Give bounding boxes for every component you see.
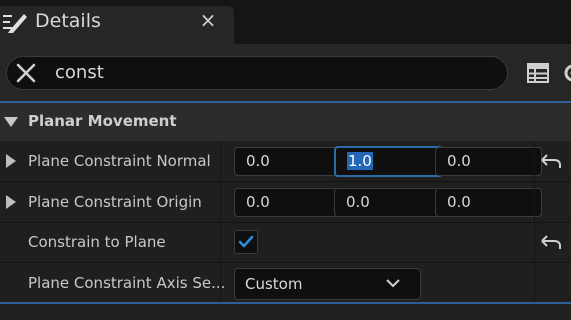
origin-y-field[interactable]: 0.0 bbox=[334, 188, 441, 217]
category-title: Planar Movement bbox=[28, 112, 177, 130]
search-input[interactable] bbox=[55, 58, 475, 86]
gear-icon[interactable] bbox=[561, 60, 571, 86]
collapse-arrow-icon[interactable] bbox=[4, 116, 18, 128]
property-label: Constrain to Plane bbox=[28, 233, 166, 251]
property-label: Plane Constraint Normal bbox=[28, 152, 211, 170]
column-divider[interactable] bbox=[220, 141, 221, 303]
reset-to-default-icon[interactable] bbox=[540, 233, 562, 251]
constrain-to-plane-checkbox[interactable] bbox=[234, 230, 258, 254]
field-value: 0.0 bbox=[246, 152, 270, 170]
table-icon[interactable] bbox=[526, 61, 550, 85]
property-label: Plane Constraint Origin bbox=[28, 193, 202, 211]
normal-y-field[interactable]: 1.0 bbox=[334, 146, 443, 177]
chevron-down-icon bbox=[386, 279, 400, 288]
expand-arrow-icon[interactable] bbox=[6, 195, 16, 209]
clear-search-icon[interactable] bbox=[14, 61, 38, 85]
selected-value: 1.0 bbox=[347, 152, 373, 170]
reset-to-default-icon[interactable] bbox=[540, 152, 562, 170]
field-value: 0.0 bbox=[246, 193, 270, 211]
origin-z-field[interactable]: 0.0 bbox=[435, 188, 542, 217]
dropdown-value: Custom bbox=[245, 275, 303, 293]
normal-z-field[interactable]: 0.0 bbox=[435, 147, 542, 176]
empty-panel-area bbox=[0, 304, 571, 320]
close-tab-button[interactable]: × bbox=[198, 10, 218, 30]
checkmark-icon bbox=[238, 235, 254, 248]
field-value: 0.0 bbox=[447, 152, 471, 170]
column-divider bbox=[534, 141, 535, 303]
origin-x-field[interactable]: 0.0 bbox=[234, 188, 341, 217]
expand-arrow-icon[interactable] bbox=[6, 154, 16, 168]
pencil-icon bbox=[3, 14, 27, 33]
field-value: 0.0 bbox=[346, 193, 370, 211]
tab-title: Details bbox=[35, 10, 101, 32]
field-value: 0.0 bbox=[447, 193, 471, 211]
normal-x-field[interactable]: 0.0 bbox=[234, 147, 341, 176]
property-label: Plane Constraint Axis Se... bbox=[28, 274, 226, 292]
